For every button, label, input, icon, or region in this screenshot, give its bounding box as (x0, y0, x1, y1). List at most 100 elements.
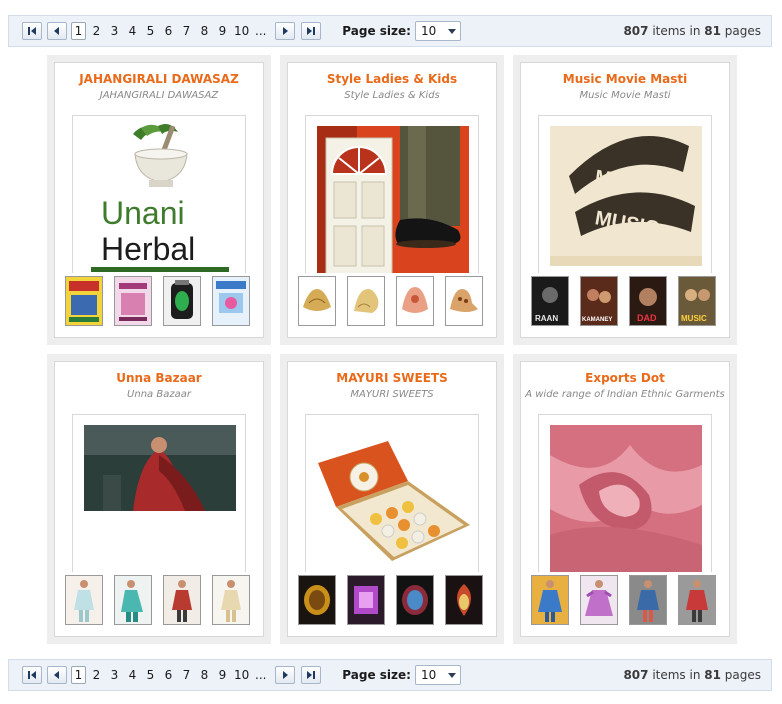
logo-text-herbal: Herbal (101, 231, 195, 267)
page-link[interactable]: 9 (215, 668, 230, 682)
product-thumbnail[interactable]: RAAN (531, 276, 569, 326)
first-page-button[interactable] (22, 22, 42, 40)
page-link[interactable]: 5 (143, 668, 158, 682)
product-thumbnail[interactable] (65, 575, 103, 625)
store-title[interactable]: JAHANGIRALI DAWASAZ (55, 72, 263, 86)
page-link[interactable]: 10 (233, 668, 250, 682)
page-size-label: Page size: (342, 668, 411, 682)
product-thumbnail[interactable] (678, 575, 716, 625)
page-link[interactable]: 4 (125, 668, 140, 682)
store-main-image[interactable] (538, 414, 712, 572)
product-thumbnails (65, 575, 261, 625)
next-page-icon (283, 27, 289, 35)
page-link[interactable]: 6 (161, 668, 176, 682)
product-thumbnail[interactable] (114, 575, 152, 625)
page-link[interactable]: 8 (197, 24, 212, 38)
store-title[interactable]: Exports Dot (521, 371, 729, 385)
product-thumbnails (65, 276, 261, 326)
thumb-text: MUSIC (681, 314, 707, 323)
page-link[interactable]: 4 (125, 24, 140, 38)
store-title[interactable]: Unna Bazaar (55, 371, 263, 385)
page-link[interactable]: 3 (107, 24, 122, 38)
page-link[interactable]: 3 (107, 668, 122, 682)
store-card-body: JAHANGIRALI DAWASAZ JAHANGIRALI DAWASAZ … (54, 62, 264, 338)
next-page-button[interactable] (275, 22, 296, 40)
pages-count: 81 (704, 668, 721, 682)
product-thumbnail[interactable] (65, 276, 103, 326)
page-link[interactable]: 8 (197, 668, 212, 682)
store-subtitle: Style Ladies & Kids (344, 90, 440, 101)
prev-page-button[interactable] (47, 22, 67, 40)
items-text: items in (648, 24, 705, 38)
page-size-select[interactable]: 10 (414, 21, 461, 41)
product-thumbnail[interactable] (212, 575, 250, 625)
store-subtitle: Music Movie Masti (579, 90, 671, 101)
store-card: Unna Bazaar Unna Bazaar (47, 354, 271, 644)
first-page-icon (28, 671, 36, 679)
logo-text-unani: Unani (101, 195, 185, 231)
last-page-button[interactable] (301, 22, 322, 40)
store-subtitle: A wide range of Indian Ethnic Garments (525, 389, 725, 400)
page-link[interactable]: 5 (143, 24, 158, 38)
more-pages-link[interactable]: ... (253, 24, 268, 38)
more-pages-link[interactable]: ... (253, 668, 268, 682)
product-thumbnail[interactable] (347, 575, 385, 625)
prev-page-button[interactable] (47, 666, 67, 684)
pager-bottom: 1 2 3 4 5 6 7 8 9 10 ... Page size: 10 8… (8, 659, 772, 691)
product-thumbnail[interactable] (445, 575, 483, 625)
next-page-button[interactable] (275, 666, 296, 684)
product-thumbnail[interactable] (396, 276, 434, 326)
store-card-body: Music Movie Masti Music Movie Masti MOVI… (520, 62, 730, 338)
product-thumbnail[interactable] (531, 575, 569, 625)
page-link[interactable]: 1 (71, 666, 86, 684)
page-size-label: Page size: (342, 24, 411, 38)
store-main-image[interactable]: MOVIE MUSIC (538, 115, 712, 273)
next-page-icon (283, 671, 289, 679)
store-main-image[interactable] (305, 115, 479, 273)
page-link[interactable]: 1 (71, 22, 86, 40)
product-thumbnail[interactable] (163, 276, 201, 326)
dropdown-arrow-icon (447, 672, 456, 678)
store-main-image[interactable] (305, 414, 479, 572)
store-main-image[interactable]: Unani Herbal (72, 115, 246, 273)
product-thumbnail[interactable]: MUSIC (678, 276, 716, 326)
store-title[interactable]: MAYURI SWEETS (288, 371, 496, 385)
product-thumbnail[interactable] (445, 276, 483, 326)
product-thumbnail[interactable]: DAD (629, 276, 667, 326)
page-link[interactable]: 7 (179, 24, 194, 38)
store-main-image[interactable] (72, 414, 246, 572)
product-thumbnail[interactable] (298, 276, 336, 326)
product-thumbnails (298, 276, 494, 326)
last-page-button[interactable] (301, 666, 322, 684)
store-card: Exports Dot A wide range of Indian Ethni… (513, 354, 737, 644)
page-size-select[interactable]: 10 (414, 665, 461, 685)
page-link[interactable]: 10 (233, 24, 250, 38)
prev-page-icon (54, 671, 59, 679)
page-link[interactable]: 7 (179, 668, 194, 682)
store-title[interactable]: Style Ladies & Kids (288, 72, 496, 86)
product-thumbnail[interactable] (298, 575, 336, 625)
store-card: Style Ladies & Kids Style Ladies & Kids (280, 55, 504, 345)
page-size-value: 10 (420, 24, 437, 38)
last-page-icon (307, 671, 316, 679)
product-thumbnail[interactable] (629, 575, 667, 625)
page-link[interactable]: 2 (89, 24, 104, 38)
page-link[interactable]: 2 (89, 668, 104, 682)
product-thumbnail[interactable] (212, 276, 250, 326)
store-subtitle: MAYURI SWEETS (350, 389, 434, 400)
product-thumbnail[interactable] (580, 575, 618, 625)
prev-page-icon (54, 27, 59, 35)
page-link[interactable]: 6 (161, 24, 176, 38)
product-thumbnail[interactable] (163, 575, 201, 625)
product-thumbnail[interactable] (396, 575, 434, 625)
product-thumbnails: RAAN KAMANEY DAD MUSIC (531, 276, 727, 326)
product-thumbnails (298, 575, 494, 625)
product-thumbnail[interactable] (114, 276, 152, 326)
last-page-icon (307, 27, 316, 35)
thumb-text: DAD (637, 313, 657, 323)
first-page-button[interactable] (22, 666, 42, 684)
product-thumbnail[interactable]: KAMANEY (580, 276, 618, 326)
store-title[interactable]: Music Movie Masti (521, 72, 729, 86)
page-link[interactable]: 9 (215, 24, 230, 38)
product-thumbnail[interactable] (347, 276, 385, 326)
